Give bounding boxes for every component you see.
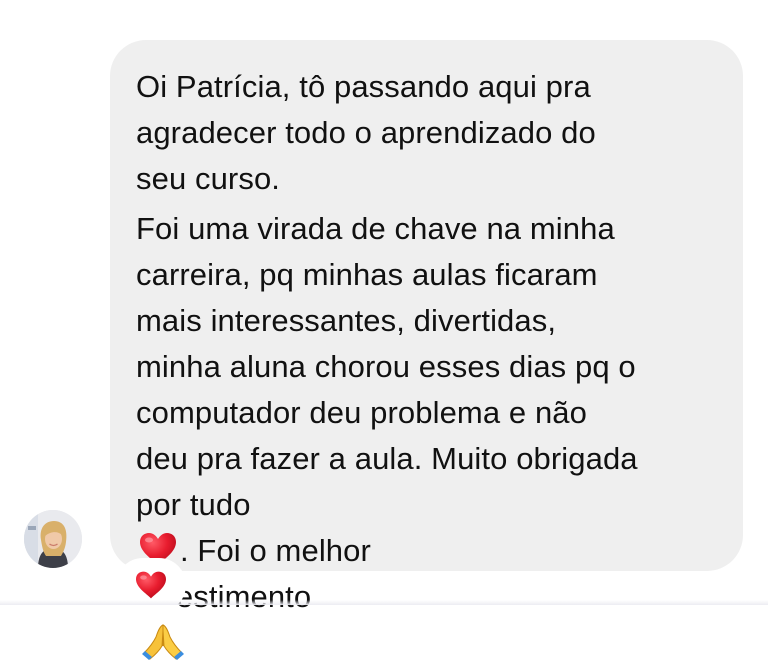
message-paragraph-1: Oi Patrícia, tô passando aqui pra agrade… (136, 69, 596, 196)
folded-hands-emoji-icon (142, 624, 184, 660)
message-text: Oi Patrícia, tô passando aqui pra agrade… (136, 64, 719, 666)
message-paragraph-2: Foi uma virada de chave na minha carreir… (136, 206, 719, 666)
received-message-bubble[interactable]: Oi Patrícia, tô passando aqui pra agrade… (110, 40, 743, 660)
bottom-divider (0, 600, 768, 605)
heart-reaction-icon (136, 571, 166, 599)
sender-avatar[interactable] (24, 510, 82, 568)
message-paragraph-2-text: Foi uma virada de chave na minha carreir… (136, 211, 638, 522)
avatar-photo (24, 510, 82, 568)
chat-thread: Oi Patrícia, tô passando aqui pra agrade… (0, 0, 768, 660)
